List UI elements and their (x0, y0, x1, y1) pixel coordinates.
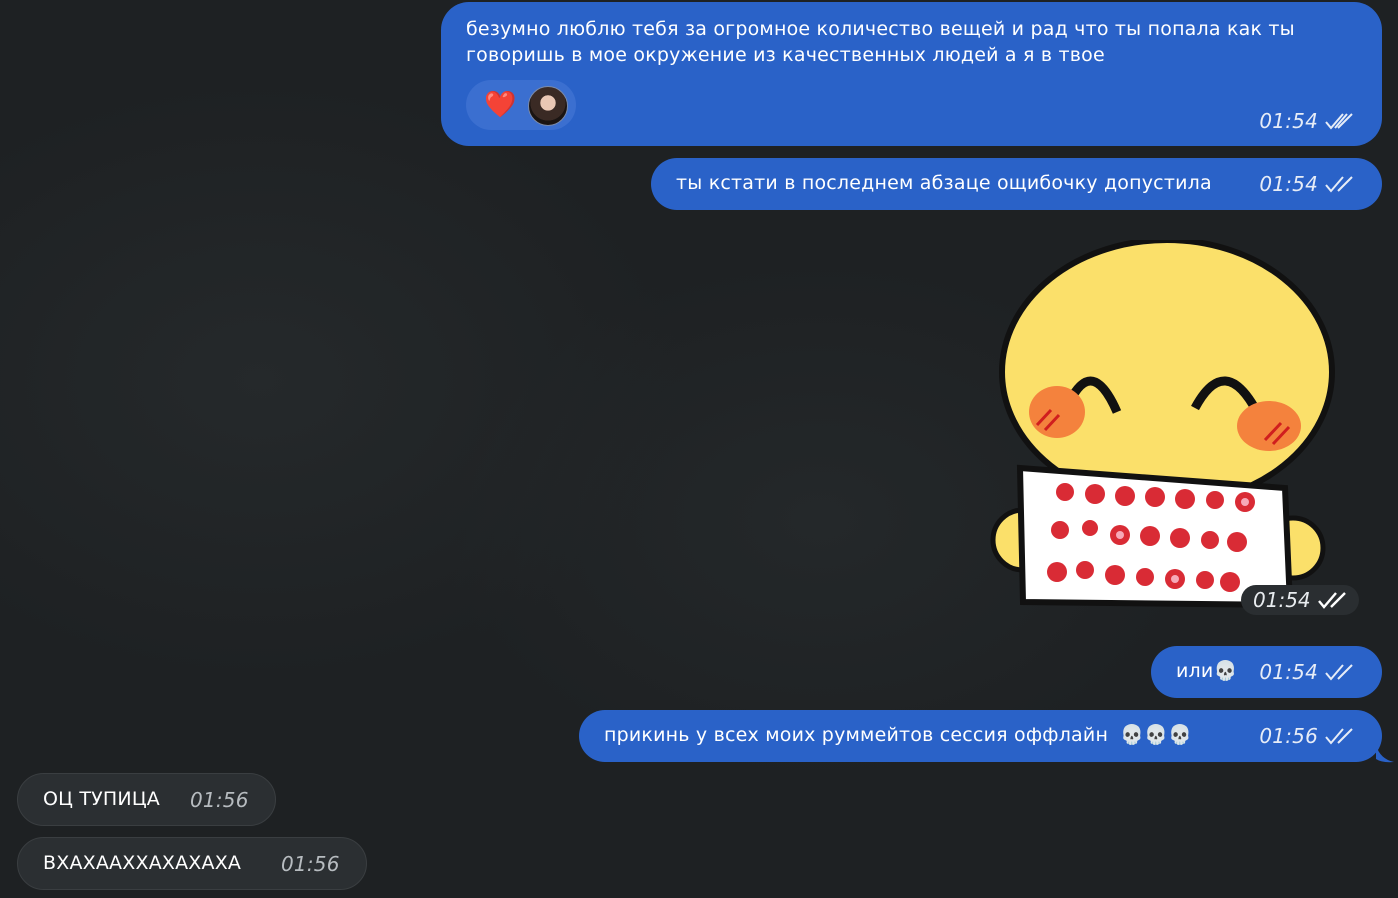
read-checkmarks-icon (1324, 111, 1354, 131)
message-time: 01:54 (1259, 109, 1318, 133)
message-text-line-1: безумно люблю тебя за огромное количеств… (466, 18, 1295, 40)
read-checkmarks-icon (1317, 590, 1347, 610)
read-checkmarks-icon (1324, 174, 1354, 194)
message-time: 01:54 (1259, 172, 1318, 196)
message-text: ОЦ ТУПИЦА (43, 788, 160, 810)
skull-emoji-icon: 💀 (1213, 660, 1238, 682)
message-meta: 01:56 (190, 787, 249, 813)
outgoing-message-5[interactable]: прикинь у всех моих руммейтов сессия офф… (579, 710, 1382, 762)
message-text: или💀 (1176, 658, 1237, 684)
skull-emoji-icon: 💀💀💀 (1120, 724, 1192, 746)
avatar (528, 86, 568, 126)
read-checkmarks-icon (1324, 662, 1354, 682)
message-text: прикинь у всех моих руммейтов сессия офф… (604, 722, 1192, 748)
message-meta: 01:56 (281, 851, 340, 877)
message-text: ВХАХААХХАХАХАХА (43, 852, 242, 874)
sticker-message[interactable]: 01:54 (985, 237, 1360, 615)
message-meta: 01:54 (1259, 171, 1354, 197)
outgoing-message-4[interactable]: или💀 01:54 (1151, 646, 1382, 698)
message-meta: 01:54 (1259, 108, 1354, 134)
reaction-chip[interactable]: ❤️ (466, 80, 576, 130)
message-time: 01:56 (281, 852, 340, 876)
message-words: прикинь у всех моих руммейтов сессия офф… (604, 724, 1109, 746)
read-checkmarks-icon (1324, 726, 1354, 746)
outgoing-message-2[interactable]: ты кстати в последнем абзаце ощибочку до… (651, 158, 1382, 210)
message-meta: 01:56 (1259, 723, 1354, 749)
heart-reaction-icon: ❤️ (484, 90, 517, 120)
message-word: или (1176, 660, 1214, 682)
message-time: 01:54 (1259, 660, 1318, 684)
blushing-smiley-sticker (990, 237, 1335, 609)
outgoing-message-1[interactable]: безумно люблю тебя за огромное количеств… (441, 2, 1382, 146)
incoming-message-1[interactable]: ОЦ ТУПИЦА 01:56 (17, 773, 276, 826)
message-time: 01:56 (1259, 724, 1318, 748)
message-meta: 01:54 (1259, 659, 1354, 685)
sticker-meta: 01:54 (1241, 585, 1359, 615)
bubble-tail (1376, 745, 1394, 763)
message-text-line-2: говоришь в мое окружение из качественных… (466, 44, 1105, 66)
message-time: 01:56 (190, 788, 249, 812)
message-time: 01:54 (1253, 588, 1311, 612)
incoming-message-2[interactable]: ВХАХААХХАХАХАХА 01:56 (17, 837, 367, 890)
message-text: ты кстати в последнем абзаце ощибочку до… (676, 172, 1212, 194)
